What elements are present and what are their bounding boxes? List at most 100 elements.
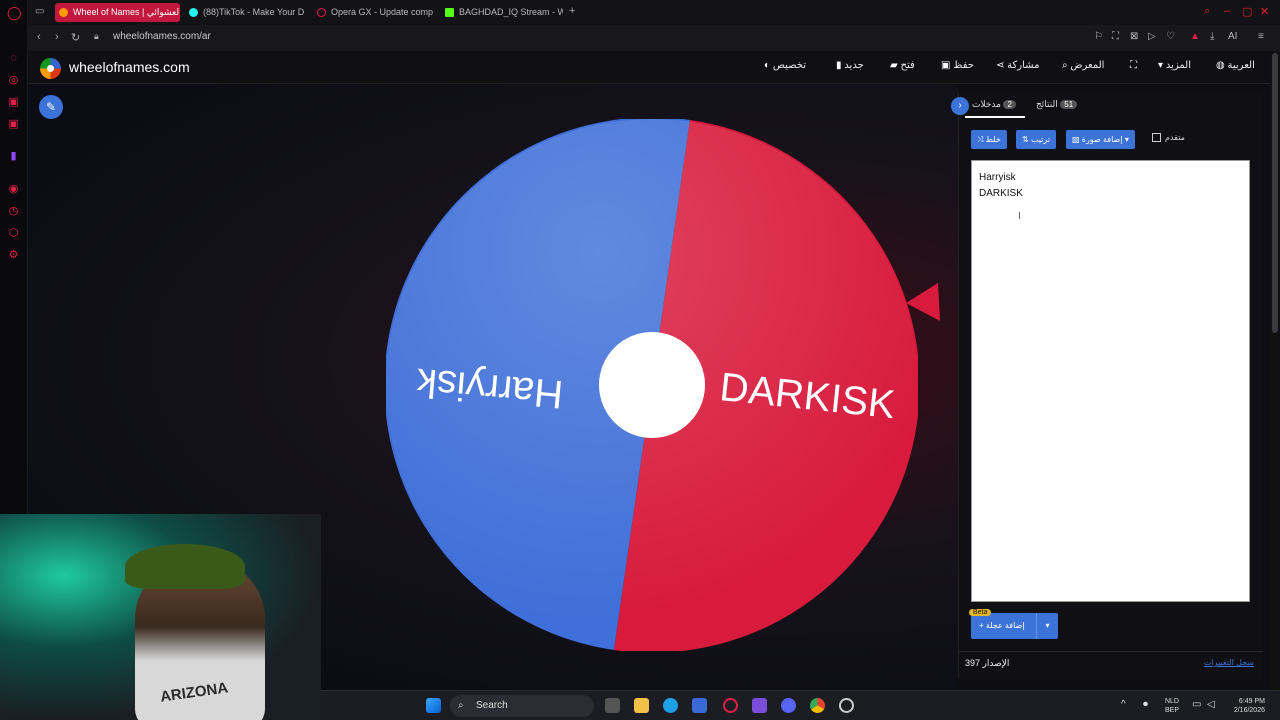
gallery-button[interactable]: ⌕ المعرض bbox=[1057, 60, 1104, 71]
opera-favicon-icon bbox=[317, 8, 326, 17]
entry-line: Harryisk bbox=[979, 172, 1016, 183]
entry-line: DARKISK bbox=[979, 188, 1023, 199]
version-info: 397 الإصدار bbox=[965, 658, 1010, 668]
discord-icon[interactable] bbox=[781, 698, 796, 713]
checkbox-box[interactable] bbox=[1152, 133, 1161, 143]
ai-button[interactable]: AI bbox=[1228, 31, 1237, 42]
add-image-button[interactable]: ▧ إضافة صورة ▾ bbox=[1066, 130, 1135, 149]
file-explorer-icon[interactable] bbox=[634, 698, 649, 713]
close-icon[interactable]: ✕ bbox=[1260, 5, 1269, 18]
history-icon[interactable]: ◷ bbox=[7, 205, 20, 218]
store-icon[interactable] bbox=[692, 698, 707, 713]
download-icon[interactable]: ⤓ bbox=[1210, 31, 1214, 42]
tab-entries[interactable]: مدخلات 2 bbox=[972, 99, 1019, 110]
entries-textarea[interactable]: Harryisk DARKISK I bbox=[971, 160, 1250, 602]
share-button[interactable]: ⋖ مشاركة bbox=[991, 60, 1039, 71]
sort-icon: ⇅ bbox=[1022, 135, 1029, 144]
volume-icon[interactable]: ◁ bbox=[1207, 699, 1215, 710]
wheel[interactable]: Harryisk DARKISK bbox=[386, 119, 918, 651]
gx-control-icon[interactable]: ◌ bbox=[7, 52, 20, 65]
settings-icon[interactable]: ⚙ bbox=[7, 249, 20, 262]
shuffle-button[interactable]: ⤨ خلط bbox=[971, 130, 1007, 149]
tab-bar: ▭ Wheel of Names | العشوائي (88)TikTok -… bbox=[28, 0, 1280, 25]
snapshot-icon[interactable]: ⛶ bbox=[1112, 31, 1119, 42]
opera-gx-icon[interactable] bbox=[723, 698, 738, 713]
open-button[interactable]: ▰ فتح bbox=[885, 60, 915, 71]
changelog-link[interactable]: سجل التغييرات bbox=[1204, 658, 1254, 667]
reload-icon[interactable]: ↻ bbox=[71, 31, 80, 44]
customize-button[interactable]: ◐ تخصيص bbox=[759, 60, 806, 71]
menu-icon[interactable]: ≡ bbox=[1258, 31, 1264, 42]
search-tabs-icon[interactable]: ⌕ bbox=[1204, 5, 1210, 18]
plus-icon: + bbox=[979, 621, 984, 630]
tab-wheel-of-names[interactable]: Wheel of Names | العشوائي bbox=[55, 3, 180, 22]
lock-icon: 🔒︎ bbox=[94, 31, 99, 41]
adblock-icon[interactable]: ⊠ bbox=[1130, 31, 1138, 42]
music-icon[interactable]: ▣ bbox=[7, 96, 20, 109]
shop-icon[interactable]: ◎ bbox=[7, 74, 20, 87]
twitch-icon[interactable]: ▮ bbox=[7, 150, 20, 163]
save-button[interactable]: ▣ حفظ bbox=[936, 60, 974, 71]
task-view-icon[interactable] bbox=[605, 698, 620, 713]
messenger-icon[interactable]: ▣ bbox=[7, 118, 20, 131]
windows-start-icon[interactable] bbox=[426, 698, 441, 713]
play-icon[interactable]: ▷ bbox=[1148, 31, 1156, 42]
wheel-favicon-icon bbox=[59, 8, 68, 17]
tray-chevron-icon[interactable]: ^ bbox=[1121, 699, 1126, 710]
chrome-icon[interactable] bbox=[810, 698, 825, 713]
site-title[interactable]: wheelofnames.com bbox=[69, 59, 190, 75]
edge-icon[interactable] bbox=[663, 698, 678, 713]
fullscreen-button[interactable]: ⛶ bbox=[1125, 60, 1137, 71]
beta-badge: Beta bbox=[969, 609, 992, 616]
edit-pencil-icon[interactable]: ✎ bbox=[39, 95, 63, 119]
tab-tiktok[interactable]: (88)TikTok - Make Your D bbox=[185, 3, 307, 22]
new-button[interactable]: ▮ جديد bbox=[831, 60, 864, 71]
globe-icon: ◍ bbox=[1216, 60, 1225, 71]
tab-results[interactable]: النتائج 51 bbox=[1036, 99, 1080, 110]
share-icon: ⋖ bbox=[996, 60, 1005, 71]
forward-icon[interactable]: › bbox=[55, 31, 59, 43]
back-icon[interactable]: ‹ bbox=[37, 31, 41, 43]
extensions-icon[interactable]: ⬡ bbox=[7, 227, 20, 240]
url-field[interactable]: wheelofnames.com/ar bbox=[113, 31, 211, 42]
results-count-badge: 51 bbox=[1060, 100, 1078, 109]
language-button[interactable]: ◍ العربية bbox=[1211, 60, 1255, 71]
site-header: wheelofnames.com ◐ تخصيص ▮ جديد ▰ فتح ▣ … bbox=[28, 51, 1270, 84]
tab-menu-icon[interactable]: ▭ bbox=[35, 6, 44, 17]
add-wheel-button[interactable]: + إضافة عجلة ▾ bbox=[971, 613, 1058, 639]
add-wheel-dropdown-icon[interactable]: ▾ bbox=[1036, 613, 1058, 639]
wheel-graphic[interactable]: Harryisk DARKISK bbox=[386, 119, 918, 651]
folder-icon: ▰ bbox=[890, 60, 898, 71]
language-indicator[interactable]: NLD BEP bbox=[1161, 697, 1183, 715]
obs-icon[interactable] bbox=[839, 698, 854, 713]
microphone-icon[interactable]: ⏺ bbox=[1143, 699, 1148, 710]
sort-button[interactable]: ⇅ ترتيب bbox=[1016, 130, 1057, 149]
maximize-icon[interactable]: ▢ bbox=[1242, 5, 1252, 18]
wheel-pointer bbox=[906, 283, 940, 321]
scroll-thumb[interactable] bbox=[1272, 53, 1278, 333]
advanced-checkbox[interactable]: متقدم bbox=[1152, 133, 1185, 143]
webcam-overlay: ARIZONA bbox=[0, 514, 321, 720]
wheel-logo-icon[interactable] bbox=[40, 58, 61, 79]
new-tab-icon[interactable]: + bbox=[569, 5, 575, 17]
opera-logo-icon[interactable]: ◯ bbox=[7, 6, 22, 19]
visual-studio-icon[interactable] bbox=[752, 698, 767, 713]
tab-opera-update[interactable]: Opera GX - Update comp bbox=[313, 3, 435, 22]
tab-kick-stream[interactable]: BAGHDAD_IQ Stream - W bbox=[441, 3, 563, 22]
search-icon: ⌕ bbox=[458, 700, 464, 711]
text-cursor-icon: I bbox=[1018, 211, 1021, 222]
bookmark-icon[interactable]: ⚐ bbox=[1094, 31, 1103, 42]
taskbar: ⌕ Search ^ ⏺ NLD BEP ▭ ◁ 6:49 PM 2/16/2026 bbox=[321, 690, 1280, 720]
wallet-icon[interactable]: ▲ bbox=[1190, 31, 1200, 42]
player-icon[interactable]: ◉ bbox=[7, 183, 20, 196]
streamer-hat bbox=[125, 544, 245, 589]
taskbar-search[interactable]: ⌕ Search bbox=[450, 695, 594, 717]
more-button[interactable]: ▾ المزيد bbox=[1153, 60, 1191, 71]
minimize-icon[interactable]: – bbox=[1224, 5, 1230, 17]
tiktok-favicon-icon bbox=[189, 8, 198, 17]
network-icon[interactable]: ▭ bbox=[1192, 699, 1201, 710]
clock[interactable]: 6:49 PM 2/16/2026 bbox=[1219, 697, 1265, 715]
fullscreen-icon: ⛶ bbox=[1130, 60, 1137, 71]
page-scrollbar[interactable] bbox=[1270, 51, 1280, 690]
heart-icon[interactable]: ♡ bbox=[1166, 31, 1175, 42]
